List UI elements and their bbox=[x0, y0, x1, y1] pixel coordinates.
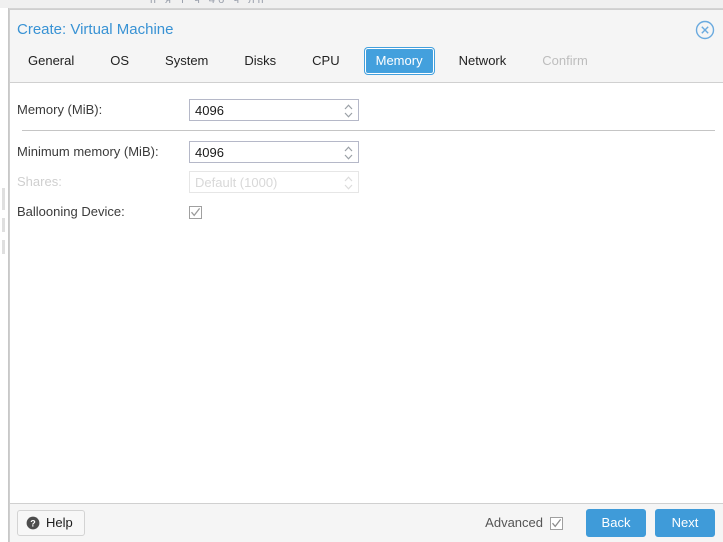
minimum-memory-spinner[interactable] bbox=[189, 141, 359, 163]
memory-input[interactable] bbox=[190, 100, 358, 120]
help-button-label: Help bbox=[46, 515, 73, 530]
question-mark-circle-icon: ? bbox=[26, 516, 40, 530]
minimum-memory-spinner-arrows[interactable] bbox=[343, 144, 354, 162]
create-virtual-machine-dialog: Create: Virtual Machine General OS Syste… bbox=[9, 9, 723, 542]
svg-text:?: ? bbox=[30, 518, 36, 528]
tab-memory[interactable]: Memory bbox=[364, 48, 434, 74]
background-ghost-bar bbox=[2, 218, 5, 232]
background-ghost-bar bbox=[2, 240, 5, 254]
tab-confirm: Confirm bbox=[542, 53, 588, 68]
help-button[interactable]: ? Help bbox=[17, 510, 85, 536]
dialog-title: Create: Virtual Machine bbox=[17, 21, 174, 38]
tab-cpu[interactable]: CPU bbox=[301, 48, 350, 74]
background-ghost-bar bbox=[2, 188, 5, 210]
advanced-checkbox[interactable] bbox=[550, 516, 563, 530]
dialog-header: Create: Virtual Machine General OS Syste… bbox=[10, 10, 723, 83]
minimum-memory-input[interactable] bbox=[190, 142, 358, 162]
ballooning-device-label: Ballooning Device: bbox=[17, 204, 125, 219]
ballooning-device-checkbox[interactable] bbox=[189, 205, 202, 219]
shares-spinner bbox=[189, 171, 359, 193]
shares-input bbox=[190, 172, 358, 192]
background-ghost-text: п я т ч 4б ч лп bbox=[150, 0, 267, 6]
tab-general[interactable]: General bbox=[17, 48, 85, 74]
tab-network[interactable]: Network bbox=[448, 48, 518, 74]
back-button[interactable]: Back bbox=[586, 509, 646, 537]
close-icon[interactable] bbox=[695, 20, 715, 40]
wizard-tabs: General OS System Disks CPU Memory Netwo… bbox=[10, 39, 723, 82]
next-button[interactable]: Next bbox=[655, 509, 715, 537]
shares-label: Shares: bbox=[17, 174, 62, 189]
advanced-toggle[interactable]: Advanced bbox=[485, 515, 563, 531]
memory-spinner[interactable] bbox=[189, 99, 359, 121]
shares-spinner-arrows bbox=[343, 174, 354, 192]
background-top-strip: п я т ч 4б ч лп bbox=[0, 0, 723, 9]
tab-disks[interactable]: Disks bbox=[233, 48, 287, 74]
shares-row: Shares: bbox=[10, 167, 723, 197]
tab-system[interactable]: System bbox=[154, 48, 219, 74]
tab-os[interactable]: OS bbox=[99, 48, 140, 74]
dialog-footer: ? Help Advanced Back Next bbox=[10, 503, 723, 542]
checkmark-icon bbox=[191, 207, 201, 216]
advanced-label: Advanced bbox=[485, 515, 543, 530]
memory-spinner-arrows[interactable] bbox=[343, 102, 354, 120]
checkmark-icon bbox=[552, 518, 562, 527]
ballooning-device-row: Ballooning Device: bbox=[10, 197, 723, 227]
dialog-body: Memory (MiB): Minimum memory (MiB): bbox=[10, 83, 723, 503]
memory-label: Memory (MiB): bbox=[17, 102, 103, 117]
section-divider bbox=[22, 130, 715, 131]
minimum-memory-label: Minimum memory (MiB): bbox=[17, 144, 159, 159]
background-left-strip bbox=[0, 8, 9, 542]
minimum-memory-row: Minimum memory (MiB): bbox=[10, 137, 723, 167]
memory-row: Memory (MiB): bbox=[10, 95, 723, 125]
